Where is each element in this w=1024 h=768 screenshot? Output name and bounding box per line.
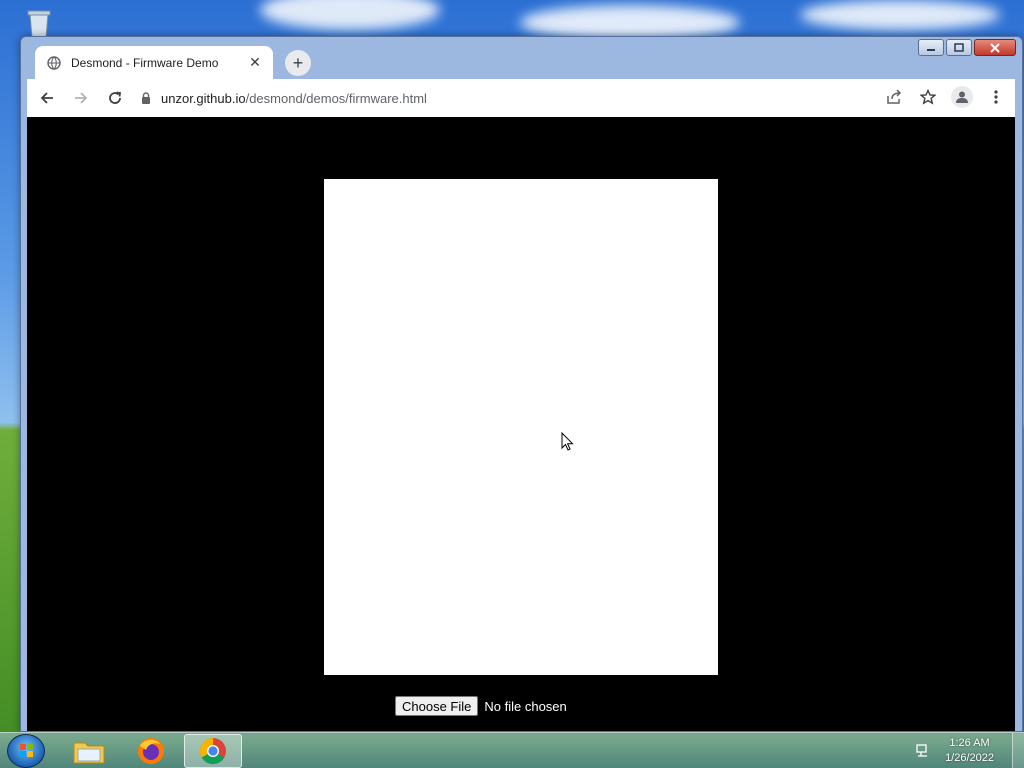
clock-time: 1:26 AM <box>949 737 990 749</box>
emulator-canvas[interactable] <box>324 179 718 675</box>
close-icon <box>990 42 1000 53</box>
restore-icon <box>954 43 964 52</box>
taskbar-item-explorer[interactable] <box>60 734 118 768</box>
mouse-cursor-icon <box>561 432 574 451</box>
profile-button[interactable] <box>949 84 975 110</box>
url-path: /desmond/demos/firmware.html <box>245 90 427 106</box>
taskbar-item-chrome[interactable] <box>184 734 242 768</box>
person-icon <box>956 91 968 103</box>
start-button[interactable] <box>7 734 45 768</box>
desktop-cloud <box>260 0 440 30</box>
taskbar: 1:26 AM 1/26/2022 <box>0 732 1024 768</box>
more-vertical-icon <box>994 90 998 104</box>
system-tray: 1:26 AM 1/26/2022 <box>915 733 1024 768</box>
maximize-button[interactable] <box>946 39 972 56</box>
desktop-cloud <box>800 0 1000 30</box>
star-icon <box>920 89 936 105</box>
show-desktop-button[interactable] <box>1012 733 1024 768</box>
close-window-button[interactable] <box>974 39 1016 56</box>
windows-logo-icon <box>20 744 33 757</box>
clock[interactable]: 1:26 AM 1/26/2022 <box>931 736 1012 766</box>
forward-button[interactable] <box>67 84 95 112</box>
back-button[interactable] <box>33 84 61 112</box>
minimize-icon <box>927 48 935 51</box>
page-viewport: Choose File No file chosen <box>27 117 1015 731</box>
browser-window: Desmond - Firmware Demo ✕ + unzor.github… <box>20 36 1023 732</box>
share-icon <box>887 89 902 104</box>
avatar <box>951 86 973 108</box>
reload-button[interactable] <box>101 84 129 112</box>
chrome-icon <box>199 737 226 765</box>
desktop-cloud <box>520 5 740 40</box>
tab-desmond-firmware-demo[interactable]: Desmond - Firmware Demo ✕ <box>35 46 273 79</box>
share-button[interactable] <box>881 84 907 110</box>
address-bar[interactable]: unzor.github.io/desmond/demos/firmware.h… <box>139 83 1007 113</box>
bookmark-button[interactable] <box>915 84 941 110</box>
firefox-icon <box>138 738 164 764</box>
reload-icon <box>109 91 122 104</box>
arrow-left-icon <box>40 92 53 104</box>
file-status: No file chosen <box>484 698 567 714</box>
toolbar-actions <box>881 84 1009 110</box>
network-icon[interactable] <box>915 743 931 759</box>
menu-button[interactable] <box>983 84 1009 110</box>
browser-toolbar: unzor.github.io/desmond/demos/firmware.h… <box>27 79 1015 117</box>
file-input[interactable]: Choose File No file chosen <box>395 696 567 716</box>
globe-icon <box>47 55 61 70</box>
tab-close-icon[interactable]: ✕ <box>247 54 263 71</box>
url-host: unzor.github.io <box>161 90 246 106</box>
window-controls <box>918 39 1016 56</box>
new-tab-button[interactable]: + <box>285 50 311 76</box>
choose-file-button[interactable]: Choose File <box>395 696 479 716</box>
minimize-button[interactable] <box>918 39 944 56</box>
folder-icon <box>73 742 105 764</box>
lock-icon[interactable] <box>139 91 153 105</box>
clock-date: 1/26/2022 <box>945 752 994 764</box>
arrow-right-icon <box>75 92 88 104</box>
taskbar-item-firefox[interactable] <box>122 734 180 768</box>
tab-title: Desmond - Firmware Demo <box>71 55 219 70</box>
url-text[interactable]: unzor.github.io/desmond/demos/firmware.h… <box>161 91 427 106</box>
